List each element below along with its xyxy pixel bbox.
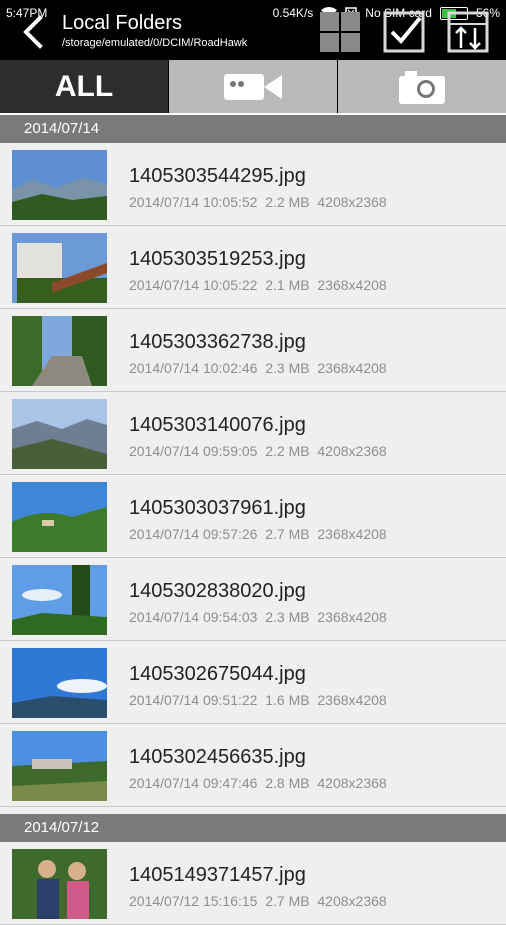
file-meta: 2014/07/12 15:16:15 2.7 MB 4208x2368 <box>129 893 387 909</box>
file-meta: 2014/07/14 09:57:26 2.7 MB 2368x4208 <box>129 526 387 542</box>
list-item[interactable]: 1405149371457.jpg 2014/07/12 15:16:15 2.… <box>0 842 506 925</box>
top-bar: 5:47PM 0.54K/s No SIM card 56% Local Fol… <box>0 0 506 60</box>
photo-thumbnail <box>12 316 107 386</box>
video-camera-icon <box>224 73 282 100</box>
file-name: 1405302838020.jpg <box>129 580 306 602</box>
photo-thumbnail <box>12 233 107 303</box>
folder-path: /storage/emulated/0/DCIM/RoadHawk <box>62 37 248 49</box>
photo-thumbnail <box>12 150 107 220</box>
list-item[interactable]: 1405302675044.jpg 2014/07/14 09:51:22 1.… <box>0 641 506 724</box>
file-name: 1405303519253.jpg <box>129 248 306 270</box>
photo-thumbnail <box>12 849 107 919</box>
file-meta: 2014/07/14 09:59:05 2.2 MB 4208x2368 <box>129 443 387 459</box>
select-all-icon[interactable] <box>382 10 426 54</box>
file-name: 1405302456635.jpg <box>129 746 306 768</box>
photo-thumbnail <box>12 648 107 718</box>
list-item[interactable]: 1405303519253.jpg 2014/07/14 10:05:22 2.… <box>0 226 506 309</box>
file-meta: 2014/07/14 09:54:03 2.3 MB 2368x4208 <box>129 609 387 625</box>
list-item[interactable]: 1405303140076.jpg 2014/07/14 09:59:05 2.… <box>0 392 506 475</box>
file-meta: 2014/07/14 10:05:22 2.1 MB 2368x4208 <box>129 277 387 293</box>
media-filter-tabs: ALL <box>0 60 506 113</box>
back-arrow-icon[interactable] <box>14 12 54 52</box>
list-item[interactable]: 1405303362738.jpg 2014/07/14 10:02:46 2.… <box>0 309 506 392</box>
file-name: 1405303037961.jpg <box>129 497 306 519</box>
file-name: 1405149371457.jpg <box>129 864 306 886</box>
sort-icon[interactable] <box>446 10 490 54</box>
tab-all[interactable]: ALL <box>0 60 168 113</box>
list-item[interactable]: 1405302838020.jpg 2014/07/14 09:54:03 2.… <box>0 558 506 641</box>
file-name: 1405302675044.jpg <box>129 663 306 685</box>
list-item[interactable]: 1405302456635.jpg 2014/07/14 09:47:46 2.… <box>0 724 506 807</box>
photo-thumbnail <box>12 399 107 469</box>
photo-thumbnail <box>12 565 107 635</box>
grid-view-icon[interactable] <box>318 10 362 54</box>
date-group-header: 2014/07/14 <box>0 115 506 143</box>
file-meta: 2014/07/14 10:05:52 2.2 MB 4208x2368 <box>129 194 387 210</box>
photo-thumbnail <box>12 731 107 801</box>
file-meta: 2014/07/14 09:51:22 1.6 MB 2368x4208 <box>129 692 387 708</box>
date-group-header: 2014/07/12 <box>0 814 506 842</box>
file-name: 1405303362738.jpg <box>129 331 306 353</box>
tab-photo[interactable] <box>338 60 506 113</box>
photo-thumbnail <box>12 482 107 552</box>
list-item[interactable]: 1405303544295.jpg 2014/07/14 10:05:52 2.… <box>0 143 506 226</box>
file-meta: 2014/07/14 10:02:46 2.3 MB 2368x4208 <box>129 360 387 376</box>
file-meta: 2014/07/14 09:47:46 2.8 MB 4208x2368 <box>129 775 387 791</box>
list-item[interactable]: 1405303037961.jpg 2014/07/14 09:57:26 2.… <box>0 475 506 558</box>
network-speed: 0.54K/s <box>272 6 314 20</box>
file-name: 1405303140076.jpg <box>129 414 306 436</box>
page-title: Local Folders <box>62 12 183 34</box>
photo-camera-icon <box>399 70 445 104</box>
tab-video[interactable] <box>169 60 337 113</box>
file-name: 1405303544295.jpg <box>129 165 306 187</box>
